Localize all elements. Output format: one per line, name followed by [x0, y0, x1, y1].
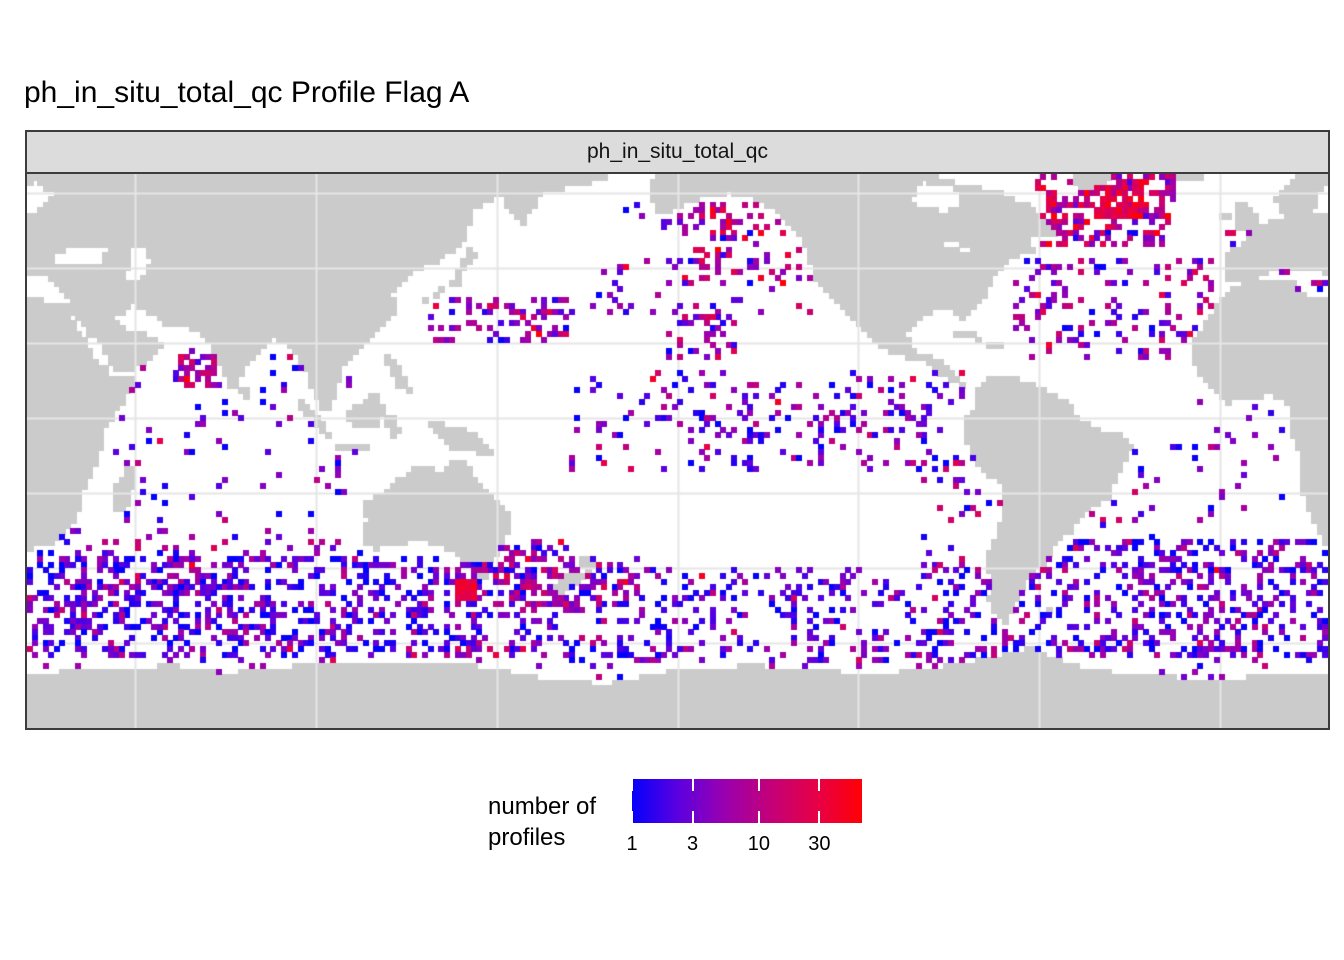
legend-tick-mark	[818, 811, 820, 823]
figure: ph_in_situ_total_qc Profile Flag A ph_in…	[0, 0, 1344, 960]
plot-title: ph_in_situ_total_qc Profile Flag A	[24, 76, 469, 110]
legend-title: number of profiles	[488, 791, 596, 853]
legend-title-line1: number of	[488, 793, 596, 820]
legend-colorbar	[632, 779, 862, 823]
legend-number-of-profiles: number of profiles 1 3 10 30	[0, 775, 1344, 875]
legend-tick-labels: 131030	[632, 833, 862, 859]
legend-tick-mark	[631, 811, 633, 823]
legend-title-line2: profiles	[488, 824, 565, 851]
legend-tick-label: 1	[626, 833, 637, 856]
facet-strip: ph_in_situ_total_qc	[25, 130, 1330, 174]
legend-tick-mark	[692, 779, 694, 791]
legend-tick-label: 10	[748, 833, 770, 856]
legend-tick-mark	[758, 779, 760, 791]
legend-tick-label: 3	[687, 833, 698, 856]
legend-tick-mark	[818, 779, 820, 791]
legend-tick-label: 30	[808, 833, 830, 856]
facet-strip-label: ph_in_situ_total_qc	[587, 140, 768, 164]
legend-tick-mark	[631, 779, 633, 791]
map-panel	[25, 172, 1330, 730]
legend-tick-mark	[692, 811, 694, 823]
map-canvas	[27, 174, 1328, 728]
legend-tick-mark	[758, 811, 760, 823]
